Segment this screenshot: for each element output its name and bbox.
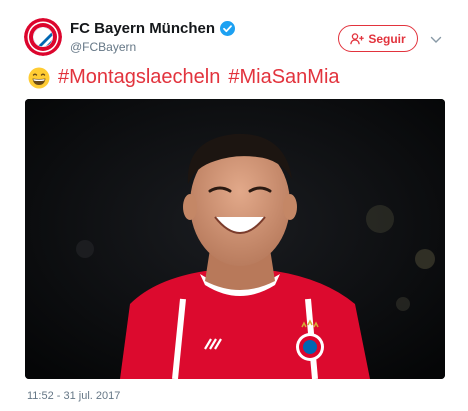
follow-button-label: Seguir [368, 31, 406, 46]
chevron-down-icon[interactable] [430, 32, 442, 43]
follow-button[interactable]: Seguir [338, 25, 418, 52]
account-handle[interactable]: @FCBayern [70, 40, 136, 54]
tweet-timestamp[interactable]: 11:52 - 31 jul. 2017 [27, 390, 120, 402]
verified-badge-icon [220, 21, 236, 36]
tweet-photo[interactable] [25, 99, 445, 379]
avatar[interactable] [24, 18, 62, 56]
add-user-icon [350, 32, 365, 45]
tweet-text: #Montagslaecheln #MiaSanMia [28, 66, 340, 89]
display-name[interactable]: FC Bayern München [70, 20, 215, 37]
hashtag-link[interactable]: #MiaSanMia [228, 66, 339, 89]
fc-bayern-crest-icon [24, 18, 62, 56]
hashtag-link[interactable]: #Montagslaecheln [58, 66, 220, 89]
grinning-face-emoji-icon [28, 67, 50, 89]
player-photo-image [25, 99, 445, 379]
tweet-card: FC Bayern München @FCBayern Seguir #Mont… [0, 0, 468, 411]
name-row: FC Bayern München [70, 20, 236, 37]
